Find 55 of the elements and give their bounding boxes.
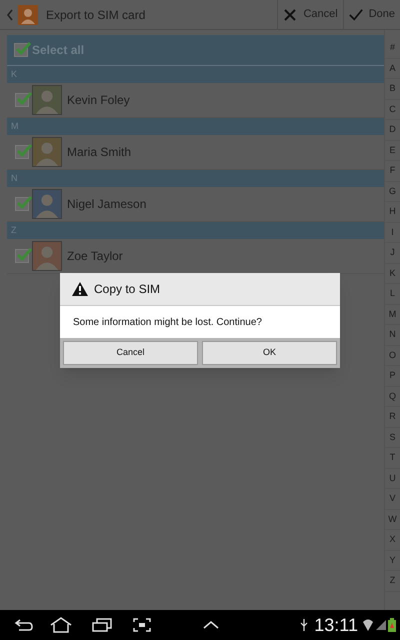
contact-name: Maria Smith bbox=[67, 144, 132, 161]
index-letter[interactable]: U bbox=[385, 468, 400, 489]
screenshot-icon[interactable] bbox=[133, 618, 151, 632]
index-letter[interactable]: H bbox=[385, 202, 400, 222]
home-icon[interactable] bbox=[50, 617, 72, 633]
checkbox[interactable] bbox=[15, 197, 29, 211]
index-letter[interactable]: N bbox=[385, 325, 400, 346]
index-letter[interactable]: L bbox=[385, 284, 400, 304]
dialog-message: Some information might be lost. Continue? bbox=[60, 306, 340, 338]
screen-title: Export to SIM card bbox=[46, 6, 146, 24]
checkbox[interactable] bbox=[15, 93, 29, 107]
index-letter[interactable]: D bbox=[385, 120, 400, 140]
checkbox[interactable] bbox=[14, 43, 28, 57]
dialog-button[interactable]: OK bbox=[202, 341, 337, 365]
index-letter[interactable]: X bbox=[385, 530, 400, 550]
recent-apps-icon[interactable] bbox=[92, 618, 112, 632]
contact-name: Kevin Foley bbox=[67, 92, 130, 109]
index-letter[interactable]: F bbox=[385, 161, 400, 182]
clock: 13:11 bbox=[314, 614, 358, 636]
dialog-button[interactable]: Cancel bbox=[63, 341, 198, 365]
warning-icon bbox=[72, 282, 88, 296]
index-letter[interactable]: Q bbox=[385, 386, 400, 407]
contact-name: Nigel Jameson bbox=[67, 196, 146, 213]
signal-icon bbox=[376, 620, 386, 630]
contact-name: Zoe Taylor bbox=[67, 248, 123, 265]
index-letter[interactable]: Z bbox=[385, 571, 400, 592]
index-letter[interactable]: R bbox=[385, 407, 400, 428]
index-letter[interactable]: S bbox=[385, 428, 400, 448]
index-letter[interactable]: P bbox=[385, 366, 400, 386]
index-letter[interactable]: O bbox=[385, 346, 400, 366]
chevron-up-icon[interactable] bbox=[203, 621, 219, 629]
index-letter[interactable]: B bbox=[385, 79, 400, 100]
index-letter[interactable]: E bbox=[385, 140, 400, 161]
checkbox[interactable] bbox=[15, 145, 29, 159]
index-letter[interactable]: K bbox=[385, 264, 400, 284]
battery-icon bbox=[388, 618, 396, 632]
index-letter[interactable]: W bbox=[385, 510, 400, 530]
contacts-app-icon bbox=[18, 4, 38, 24]
index-letter[interactable]: G bbox=[385, 182, 400, 202]
index-letter[interactable]: Y bbox=[385, 550, 400, 571]
index-letter[interactable]: T bbox=[385, 448, 400, 468]
index-letter[interactable]: C bbox=[385, 100, 400, 120]
usb-icon bbox=[300, 618, 308, 632]
wifi-icon bbox=[362, 618, 374, 632]
dialog-title: Copy to SIM bbox=[94, 281, 160, 298]
checkbox[interactable] bbox=[15, 249, 29, 263]
index-letter[interactable]: # bbox=[385, 38, 400, 58]
done-button[interactable]: Done bbox=[342, 0, 400, 30]
index-letter[interactable]: V bbox=[385, 489, 400, 510]
index-letter[interactable]: A bbox=[385, 58, 400, 79]
check-icon bbox=[348, 8, 363, 22]
close-icon bbox=[283, 8, 298, 22]
index-letter[interactable]: M bbox=[385, 304, 400, 325]
cancel-button[interactable]: Cancel bbox=[277, 0, 343, 30]
index-letter[interactable]: J bbox=[385, 243, 400, 264]
